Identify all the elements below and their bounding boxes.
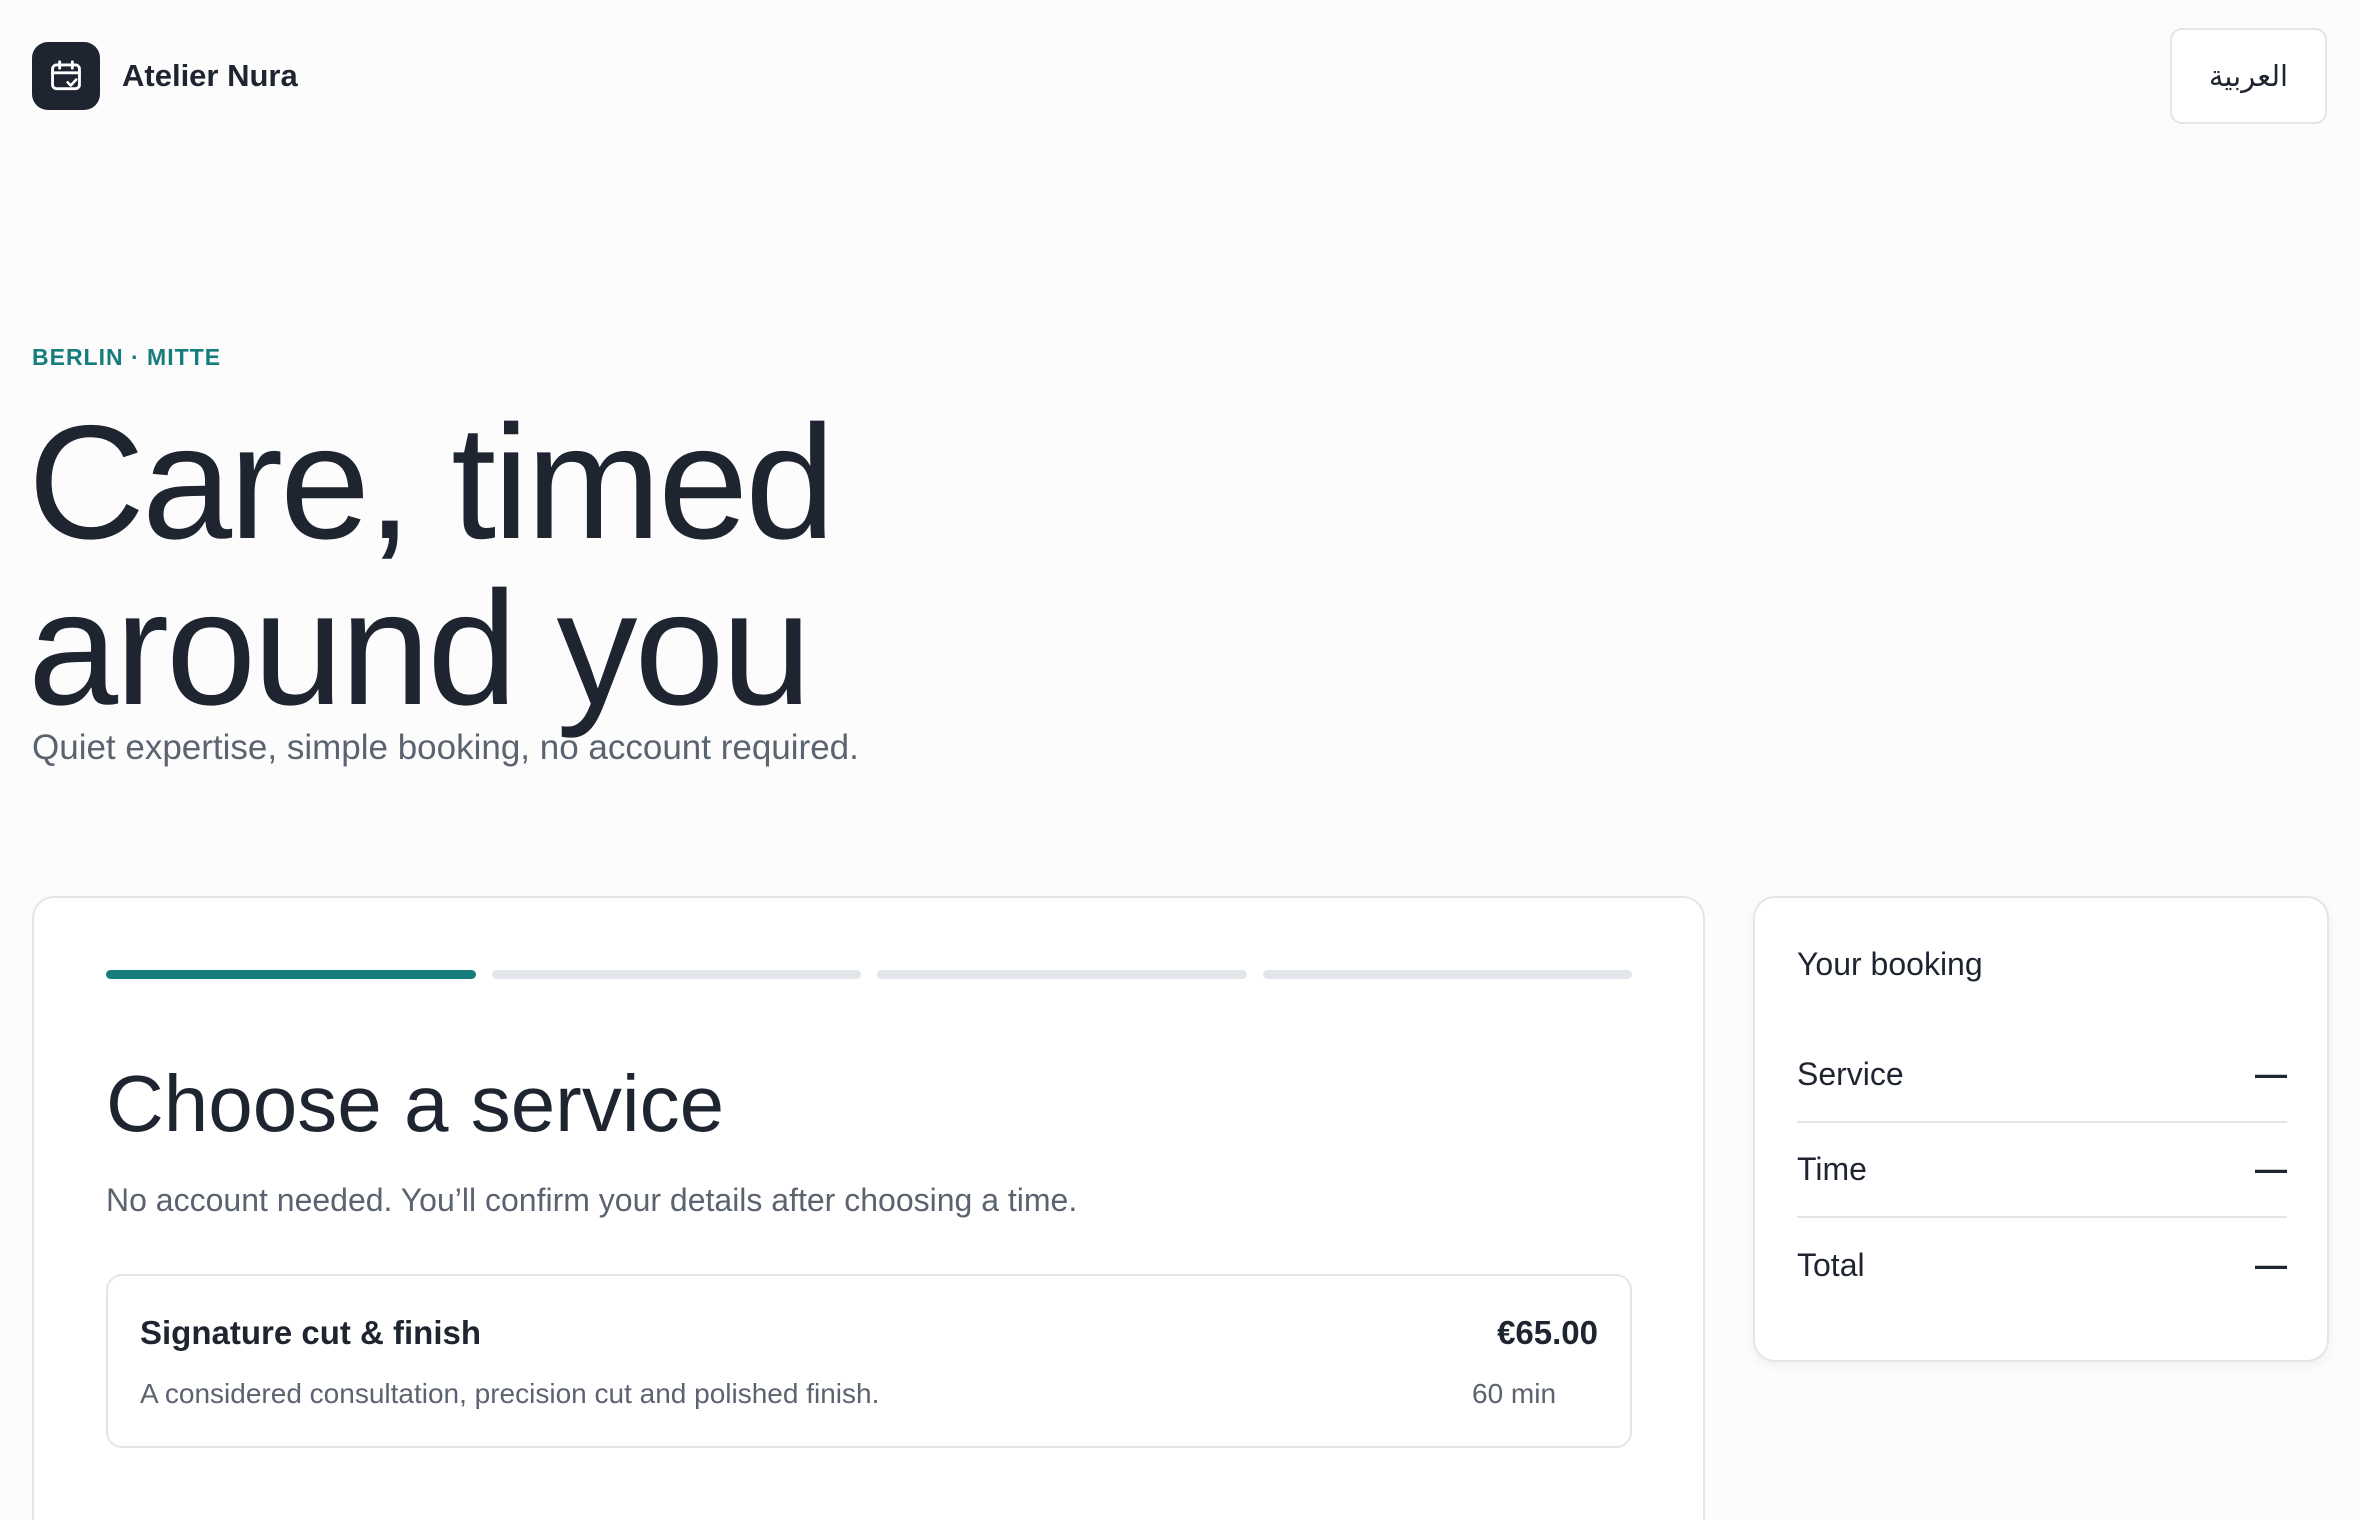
- booking-card: Choose a service No account needed. You’…: [32, 896, 1705, 1520]
- service-option[interactable]: Signature cut & finish A considered cons…: [106, 1274, 1632, 1448]
- hero-subtitle: Quiet expertise, simple booking, no acco…: [32, 728, 859, 767]
- summary-label: Time: [1797, 1151, 1867, 1187]
- summary-rows: Service — Time — Total —: [1797, 1028, 2287, 1313]
- booking-summary: Your booking Service — Time — Total —: [1753, 896, 2329, 1362]
- service-description: A considered consultation, precision cut…: [140, 1378, 880, 1409]
- summary-value: —: [2255, 1247, 2287, 1283]
- summary-value: —: [2255, 1151, 2287, 1187]
- progress-step-2: [491, 970, 861, 979]
- summary-row-service: Service —: [1797, 1028, 2287, 1123]
- progress-step-3: [877, 970, 1247, 979]
- service-name: Signature cut & finish: [140, 1314, 482, 1351]
- summary-row-total: Total —: [1797, 1218, 2287, 1313]
- step-progress: [106, 970, 1632, 979]
- step-title: Choose a service: [106, 1059, 725, 1148]
- progress-step-1: [106, 970, 476, 979]
- summary-label: Service: [1797, 1056, 1904, 1092]
- hero-title-line-2: around you: [28, 558, 812, 739]
- summary-title: Your booking: [1797, 946, 1983, 982]
- summary-label: Total: [1797, 1247, 1865, 1283]
- page: Atelier Nura العربية BERLIN · MITTE Care…: [0, 0, 2360, 1520]
- summary-value: —: [2255, 1056, 2287, 1092]
- summary-row-time: Time —: [1797, 1123, 2287, 1218]
- brand-name: Atelier Nura: [122, 58, 298, 93]
- hero-title-line-1: Care, timed: [28, 392, 835, 573]
- service-duration: 60 min: [1472, 1378, 1557, 1409]
- calendar-check-icon: [32, 42, 100, 110]
- progress-step-4: [1262, 970, 1632, 979]
- service-price: €65.00: [1497, 1314, 1598, 1351]
- language-toggle-button[interactable]: العربية: [2170, 28, 2327, 124]
- hero-title: Care, timed around you: [28, 400, 835, 732]
- step-subtitle: No account needed. You’ll confirm your d…: [106, 1182, 1078, 1218]
- location-eyebrow: BERLIN · MITTE: [32, 344, 222, 370]
- brand-home-link[interactable]: Atelier Nura: [32, 42, 298, 110]
